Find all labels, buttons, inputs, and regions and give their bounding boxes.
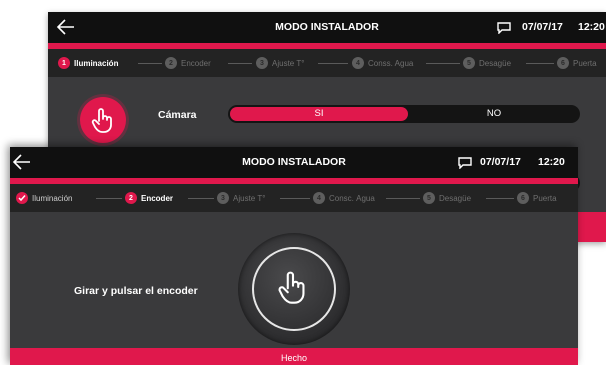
step-label: Puerta — [573, 58, 597, 68]
step-label: Iluminación — [74, 58, 119, 68]
done-button[interactable]: Hecho — [10, 348, 578, 365]
step-number: 3 — [217, 192, 229, 204]
step-label: Encoder — [141, 193, 174, 203]
step-puerta[interactable]: 6 Puerta — [557, 57, 597, 69]
step-connector — [486, 198, 514, 199]
step-iluminacion[interactable]: 1 Iluminación — [58, 57, 118, 69]
date-label: 07/07/17 — [522, 21, 563, 33]
step-label: Desagüe — [439, 193, 472, 203]
titlebar: MODO INSTALADOR 07/07/17 12:20 — [48, 12, 606, 43]
step-number: 2 — [125, 192, 137, 204]
step-ajuste[interactable]: 3 Ajuste T° — [256, 57, 304, 69]
step-label: Ajuste T° — [233, 193, 266, 203]
encoder-instruction: Girar y pulsar el encoder — [74, 285, 198, 297]
hand-pointer-icon — [278, 271, 305, 304]
step-connector — [280, 198, 310, 199]
step-encoder[interactable]: 2 Encoder — [165, 57, 211, 69]
step-number: 1 — [58, 57, 70, 69]
step-label: Conss. Agua — [368, 58, 414, 68]
step-connector — [188, 198, 214, 199]
touch-button[interactable] — [80, 97, 126, 143]
camera-label: Cámara — [158, 109, 197, 121]
step-ajuste[interactable]: 3 Ajuste T° — [217, 192, 265, 204]
date-label: 07/07/17 — [480, 156, 521, 168]
step-number: 5 — [423, 192, 435, 204]
step-number: 6 — [517, 192, 529, 204]
step-number: 2 — [165, 57, 177, 69]
hand-pointer-icon — [91, 108, 112, 133]
step-label: Consс. Agua — [329, 193, 375, 203]
step-connector — [138, 63, 162, 64]
step-consumo-agua[interactable]: 4 Conss. Agua — [352, 57, 413, 69]
step-number: 5 — [463, 57, 475, 69]
step-number: 6 — [557, 57, 569, 69]
step-done-indicator — [16, 192, 28, 204]
step-desague[interactable]: 5 Desagüe — [463, 57, 511, 69]
step-connector — [426, 63, 460, 64]
stepper: 1 Iluminación 2 Encoder 3 Ajuste T° 4 Co… — [48, 49, 606, 77]
step-puerta[interactable]: 6 Puerta — [517, 192, 557, 204]
encoder-knob[interactable] — [238, 233, 350, 345]
step-number: 3 — [256, 57, 268, 69]
step-label: Puerta — [533, 193, 557, 203]
check-icon — [18, 195, 26, 202]
step-label: Desagüe — [479, 58, 512, 68]
step-connector — [96, 198, 122, 199]
step-connector — [228, 63, 252, 64]
camera-toggle[interactable]: SI NO — [228, 105, 580, 123]
toggle-option-no[interactable]: NO — [410, 107, 578, 121]
stepper: Iluminación 2 Encoder 3 Ajuste T° 4 Cons… — [10, 184, 578, 212]
time-label: 12:20 — [538, 156, 565, 168]
step-label: Encoder — [181, 58, 211, 68]
step-number: 4 — [313, 192, 325, 204]
step-iluminacion[interactable]: Iluminación — [16, 192, 72, 204]
done-button-label: Hecho — [280, 353, 307, 363]
step-connector — [318, 63, 348, 64]
message-icon — [497, 22, 511, 34]
step-desague[interactable]: 5 Desagüe — [423, 192, 471, 204]
toggle-no-label: NO — [486, 108, 502, 119]
step-consumo-agua[interactable]: 4 Consс. Agua — [313, 192, 375, 204]
front-screen: MODO INSTALADOR 07/07/17 12:20 Iluminaci… — [10, 147, 578, 365]
step-number: 4 — [352, 57, 364, 69]
step-label: Ajuste T° — [272, 58, 305, 68]
toggle-si-label: SI — [314, 108, 324, 119]
step-connector — [526, 63, 554, 64]
time-label: 12:20 — [578, 21, 605, 33]
message-icon — [458, 157, 472, 169]
step-encoder[interactable]: 2 Encoder — [125, 192, 173, 204]
toggle-option-si[interactable]: SI — [230, 107, 408, 121]
step-label: Iluminación — [32, 193, 73, 203]
step-connector — [386, 198, 420, 199]
titlebar: MODO INSTALADOR 07/07/17 12:20 — [10, 147, 578, 178]
